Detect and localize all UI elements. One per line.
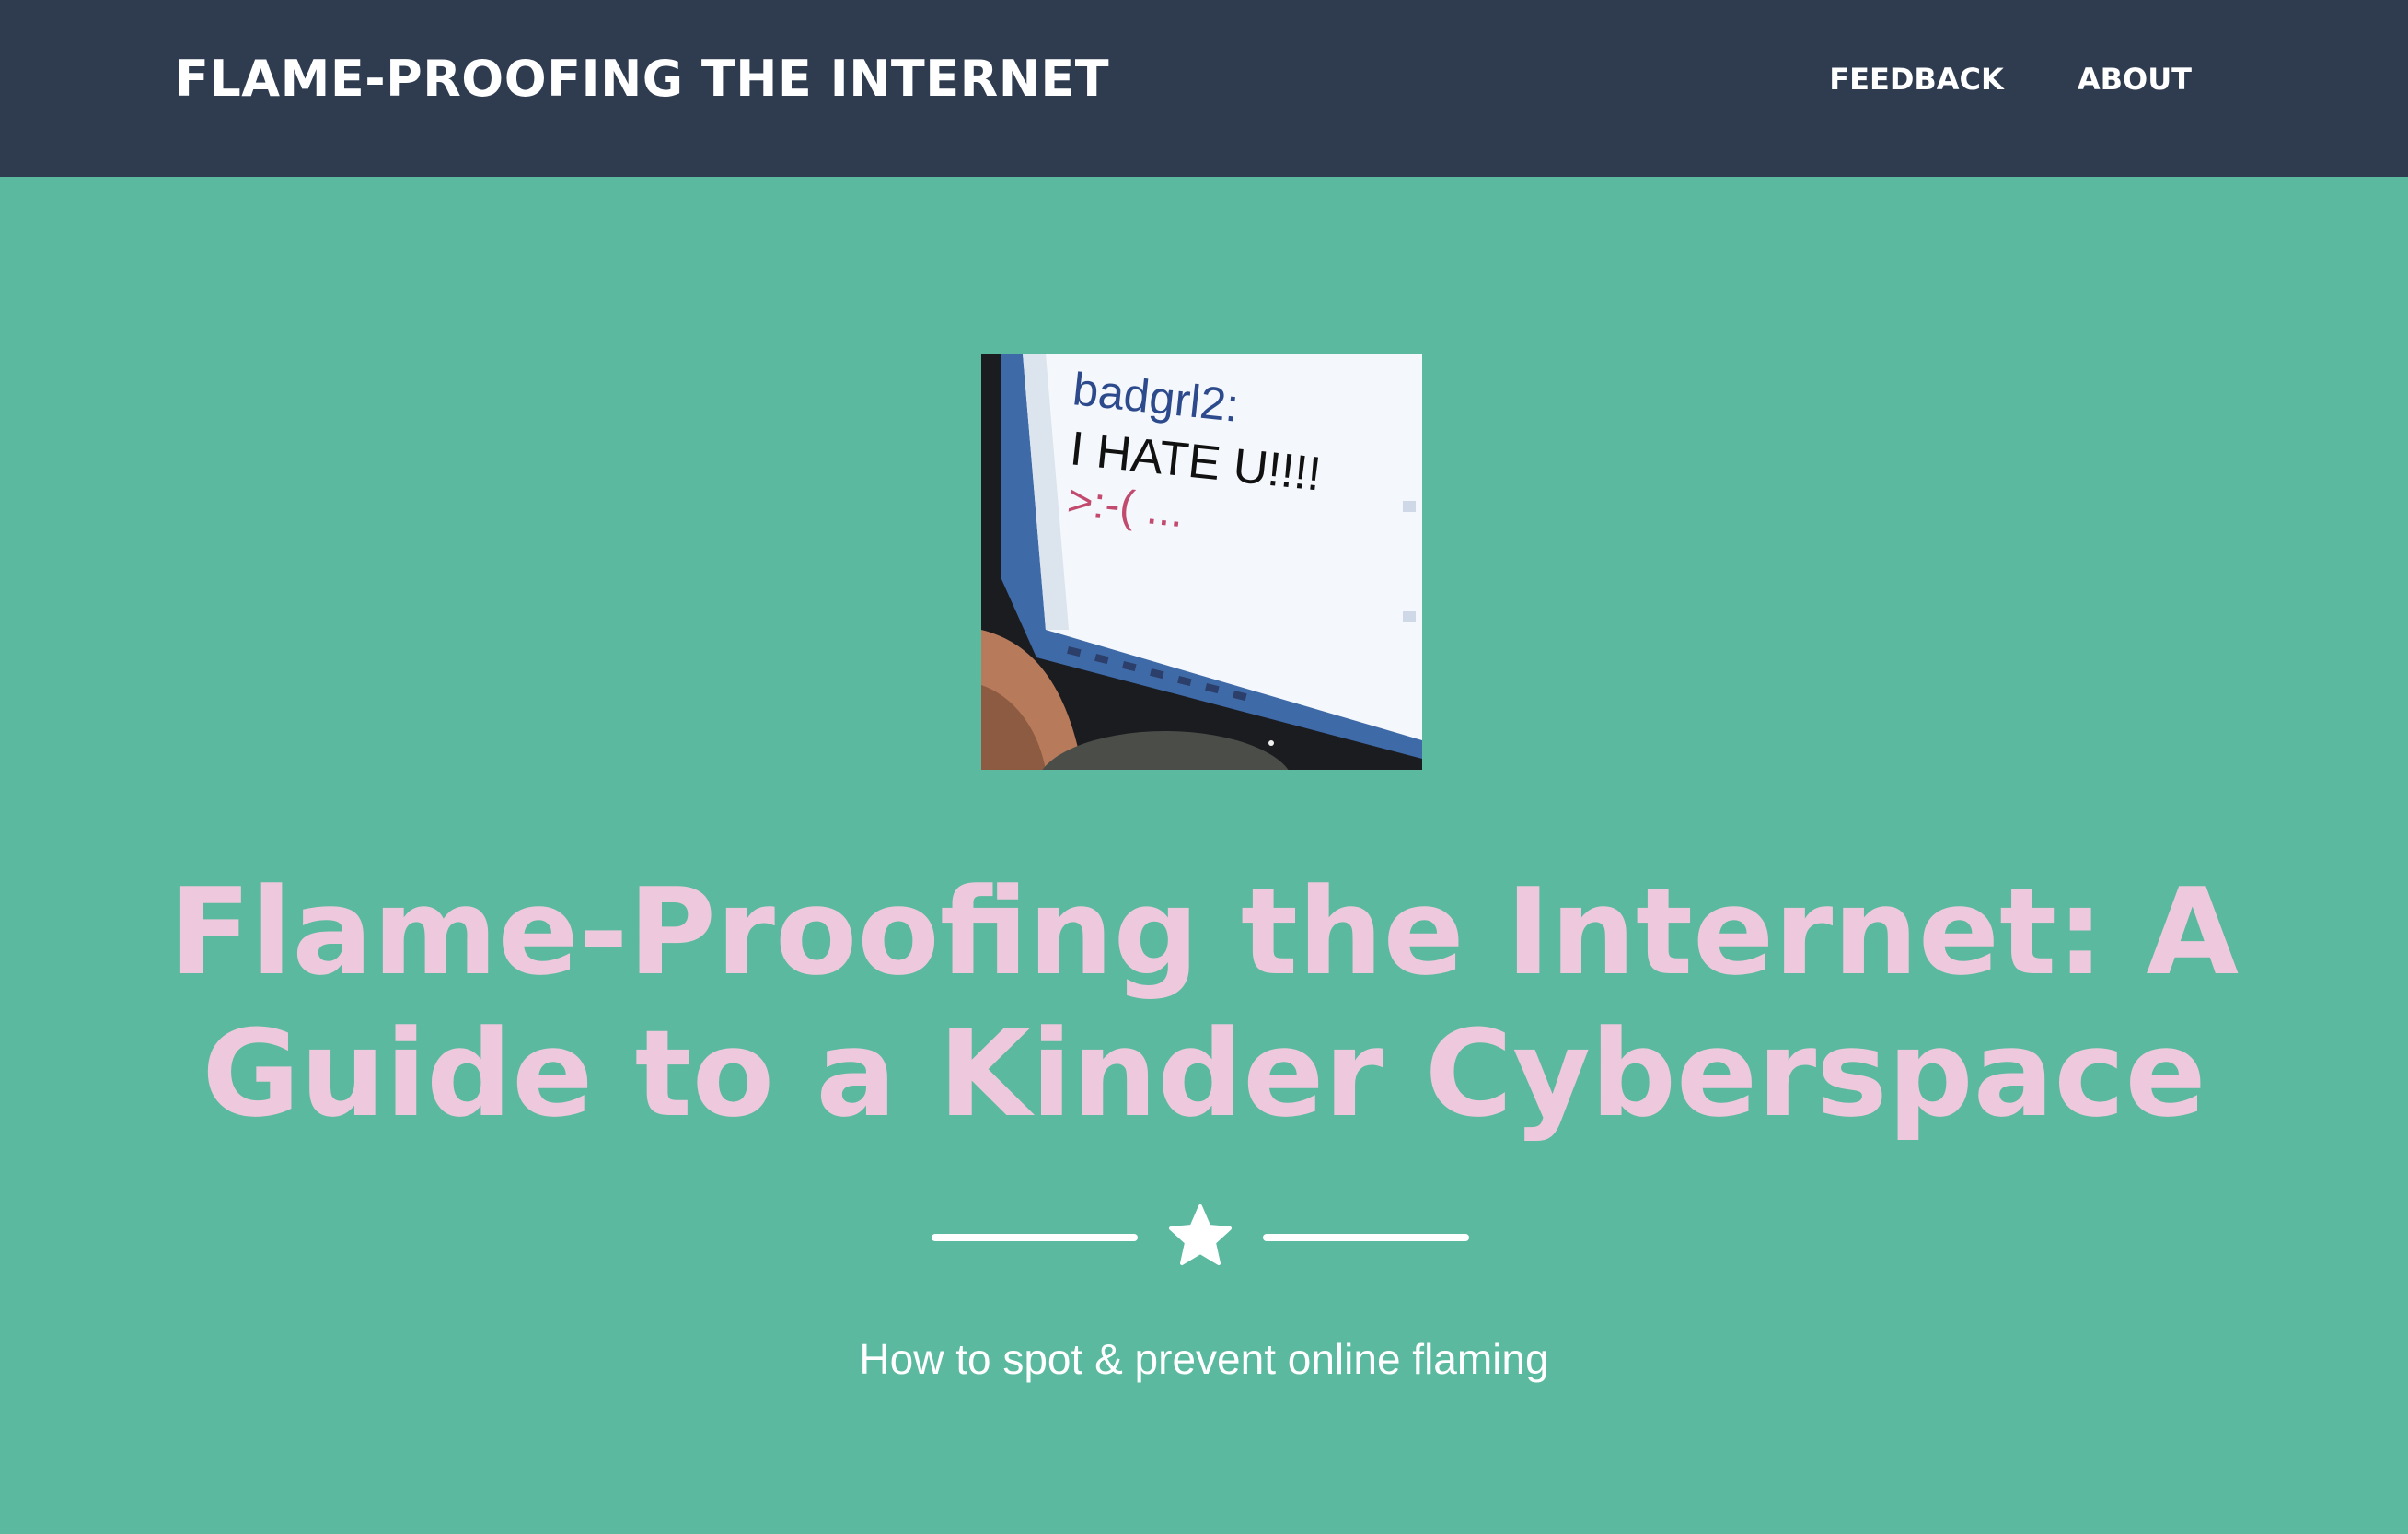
divider-line-right [1263, 1234, 1469, 1241]
navbar: FLAME-PROOFING THE INTERNET FEEDBACK ABO… [0, 0, 2408, 177]
hero-image: badgrl2: I HATE U!!!! >:-( ... [981, 354, 1422, 770]
nav-links: FEEDBACK ABOUT [1829, 61, 2192, 98]
divider-line-left [932, 1234, 1138, 1241]
nav-link-feedback[interactable]: FEEDBACK [1829, 61, 2004, 98]
star-divider [932, 1203, 1469, 1271]
nav-link-about[interactable]: ABOUT [2078, 61, 2192, 98]
star-icon [1169, 1204, 1232, 1265]
page-title: Flame-Proofing the Internet: A Guide to … [168, 862, 2240, 1144]
monitor-photo: badgrl2: I HATE U!!!! >:-( ... [981, 354, 1422, 770]
hero-subtitle: How to spot & prevent online flaming [859, 1335, 1549, 1383]
brand-link[interactable]: FLAME-PROOFING THE INTERNET [175, 50, 1109, 109]
